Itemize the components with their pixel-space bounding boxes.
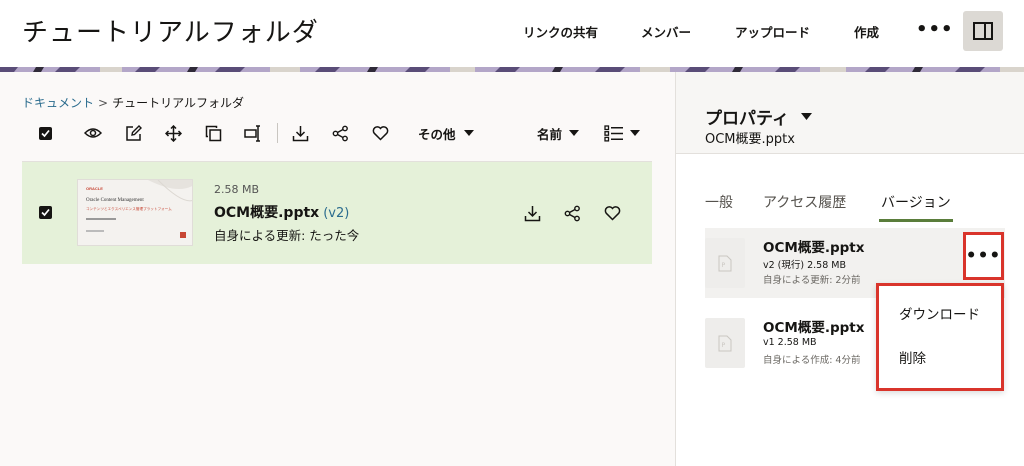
properties-title: プロパティ — [705, 109, 789, 129]
toolbar: その他 名前 — [22, 119, 652, 147]
move-button[interactable] — [159, 119, 187, 147]
menu-item-download[interactable]: ダウンロード — [899, 303, 980, 323]
thumb-logo — [180, 232, 186, 238]
file-version-link[interactable]: (v2) — [323, 206, 349, 221]
row-download-button[interactable] — [518, 199, 546, 227]
version-updated: 自身による更新: 2分前 — [763, 275, 861, 286]
panel-toggle-button[interactable] — [963, 11, 1003, 51]
file-name-text[interactable]: OCM概要.pptx — [214, 205, 319, 221]
toolbar-divider — [277, 123, 278, 143]
version-name: OCM概要.pptx — [763, 320, 865, 336]
edit-icon — [125, 124, 142, 141]
eye-icon — [84, 128, 102, 138]
properties-file-name: OCM概要.pptx — [705, 132, 795, 147]
version-more-button[interactable]: ••• — [963, 232, 1004, 280]
download-button[interactable] — [286, 119, 314, 147]
thumb-decoration — [148, 180, 192, 202]
select-all-checkbox[interactable] — [31, 119, 59, 147]
version-context-menu: ダウンロード 削除 — [876, 283, 1004, 391]
thumb-line — [86, 218, 116, 220]
more-actions-label: その他 — [418, 126, 456, 142]
copy-icon — [205, 125, 221, 141]
share-link-button[interactable]: リンクの共有 — [523, 0, 598, 62]
menu-item-delete[interactable]: 削除 — [899, 347, 926, 367]
document-list-area: ドキュメント > チュートリアルフォルダ その他 名前 ORACLE Oracl… — [0, 72, 675, 466]
file-thumbnail[interactable]: ORACLE Oracle Content Management コンテンツとエ… — [77, 179, 193, 246]
thumb-line — [86, 230, 104, 232]
breadcrumb-separator: > — [98, 96, 109, 110]
thumb-brand: ORACLE — [86, 186, 103, 191]
file-name[interactable]: OCM概要.pptx (v2) — [214, 202, 349, 222]
properties-title-dropdown[interactable]: プロパティ — [705, 104, 812, 129]
file-icon: P — [705, 318, 745, 368]
file-checkbox[interactable] — [39, 206, 52, 219]
share-button[interactable] — [326, 119, 354, 147]
breadcrumb: ドキュメント > チュートリアルフォルダ — [22, 94, 244, 111]
version-name: OCM概要.pptx — [763, 240, 865, 256]
version-updated: 自身による作成: 4分前 — [763, 355, 861, 366]
rename-button[interactable] — [239, 119, 267, 147]
sort-dropdown[interactable]: 名前 — [537, 119, 580, 147]
side-panel-icon — [973, 22, 993, 40]
tab-general[interactable]: 一般 — [705, 192, 733, 222]
row-share-button[interactable] — [558, 199, 586, 227]
tab-versions[interactable]: バージョン — [879, 192, 953, 222]
tab-access-history[interactable]: アクセス履歴 — [763, 192, 846, 222]
download-icon — [524, 205, 540, 221]
properties-tabs: 一般 アクセス履歴 バージョン — [705, 192, 1024, 222]
favorite-button[interactable] — [366, 119, 394, 147]
folder-banner — [0, 62, 1024, 72]
more-actions-dropdown[interactable]: その他 — [418, 119, 474, 147]
file-row[interactable]: ORACLE Oracle Content Management コンテンツとエ… — [22, 162, 652, 264]
download-icon — [292, 125, 308, 141]
create-button[interactable]: 作成 — [854, 0, 879, 62]
breadcrumb-current: チュートリアルフォルダ — [112, 96, 244, 110]
view-mode-dropdown[interactable] — [604, 119, 640, 147]
file-size: 2.58 MB — [214, 183, 260, 196]
caret-down-icon — [463, 130, 474, 136]
file-icon: P — [705, 238, 745, 288]
upload-button[interactable]: アップロード — [735, 0, 810, 62]
caret-down-icon — [569, 130, 580, 136]
rename-icon — [244, 124, 260, 142]
file-updated: 自身による更新: たった今 — [214, 228, 360, 243]
share-icon — [564, 205, 580, 221]
version-meta: v2 (現行) 2.58 MB — [763, 260, 847, 271]
move-icon — [164, 124, 182, 142]
members-button[interactable]: メンバー — [641, 0, 691, 62]
caret-down-icon — [630, 130, 640, 136]
thumb-title: Oracle Content Management — [86, 198, 144, 203]
breadcrumb-documents-link[interactable]: ドキュメント — [22, 96, 94, 110]
share-icon — [332, 125, 348, 141]
page-title: チュートリアルフォルダ — [22, 18, 319, 48]
header-more-button[interactable]: ••• — [916, 18, 953, 42]
list-view-icon — [604, 124, 623, 142]
view-button[interactable] — [79, 119, 107, 147]
caret-down-icon — [800, 113, 812, 120]
check-icon — [41, 208, 50, 217]
app-header: チュートリアルフォルダ リンクの共有 メンバー アップロード 作成 ••• — [0, 0, 1024, 62]
edit-button[interactable] — [119, 119, 147, 147]
heart-icon — [372, 126, 388, 141]
properties-header: プロパティ OCM概要.pptx — [676, 72, 1024, 154]
check-icon — [40, 129, 50, 137]
heart-icon — [604, 206, 620, 221]
svg-text:P: P — [722, 342, 726, 349]
sort-label: 名前 — [537, 126, 563, 142]
row-favorite-button[interactable] — [598, 199, 626, 227]
svg-text:P: P — [722, 262, 726, 269]
version-meta: v1 2.58 MB — [763, 337, 817, 348]
copy-button[interactable] — [199, 119, 227, 147]
more-icon: ••• — [965, 245, 1002, 266]
